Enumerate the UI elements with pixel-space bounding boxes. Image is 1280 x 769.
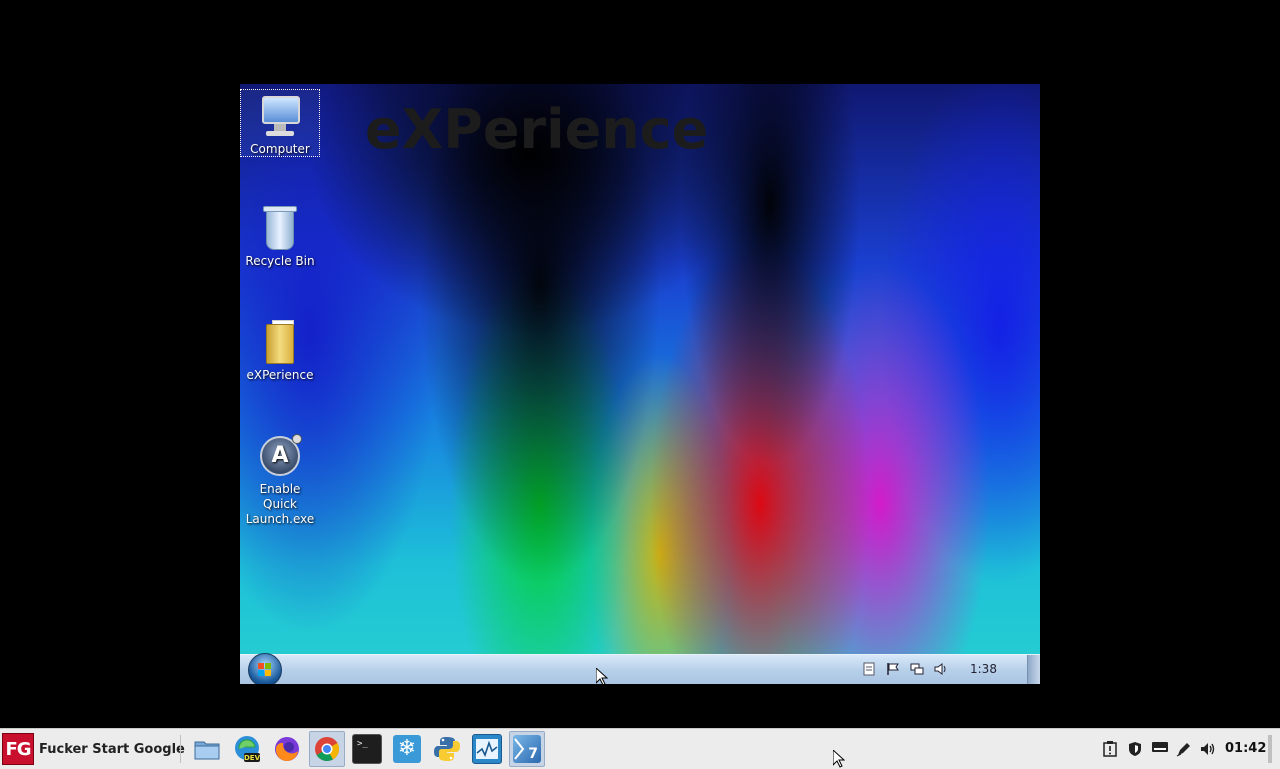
desktop-icon-enable-quick-launch[interactable]: A Enable Quick Launch.exe [241, 430, 319, 527]
system-monitor-icon [472, 734, 502, 764]
windows-7-vm-icon: 7 [513, 735, 541, 763]
recycle-bin-icon [258, 206, 302, 252]
vm-taskbar: 1:38 [240, 653, 1040, 684]
edge-dev-badge: DEV [244, 754, 261, 762]
python-icon [433, 735, 461, 763]
windows-7-glyph: 7 [528, 746, 538, 762]
keyboard-icon[interactable] [1152, 741, 1168, 757]
host-clock[interactable]: 01:42 [1225, 741, 1266, 756]
launcher-edge-dev[interactable]: DEV [229, 731, 265, 767]
terminal-icon: >_ [352, 734, 382, 764]
vm-desktop[interactable]: eXPerience Computer Recycle Bin eXPerien… [240, 84, 1040, 684]
desktop-icon-experience-folder[interactable]: eXPerience [241, 316, 319, 383]
snowflake-glyph: ❄ [397, 736, 417, 761]
folder-icon [193, 735, 221, 763]
host-taskbar: FG Fucker Start Google DEV >_ ❄ 7 01:42 [0, 728, 1280, 769]
terminal-glyph: >_ [357, 739, 368, 749]
show-desktop-button[interactable] [1027, 655, 1040, 684]
start-logo-icon: FG [2, 733, 34, 765]
clipboard-alert-icon[interactable] [1102, 741, 1118, 757]
network-icon[interactable] [909, 662, 925, 678]
start-menu-label: Fucker Start Google [39, 741, 185, 757]
launcher-file-manager[interactable] [189, 731, 225, 767]
launcher-windows-7-vm[interactable]: 7 [509, 731, 545, 767]
edge-dev-icon: DEV [233, 735, 261, 763]
desktop-icon-label: Enable Quick Launch.exe [245, 482, 315, 526]
speaker-icon[interactable] [1200, 741, 1216, 757]
launcher-system-monitor[interactable] [469, 731, 505, 767]
taskbar-separator [180, 735, 181, 763]
document-icon[interactable] [861, 662, 877, 678]
launcher-snowflake-app[interactable]: ❄ [389, 731, 425, 767]
vm-clock[interactable]: 1:38 [970, 662, 997, 676]
snowflake-icon: ❄ [393, 735, 421, 763]
volume-icon[interactable] [933, 662, 949, 678]
firefox-icon [273, 735, 301, 763]
desktop-icon-computer[interactable]: Computer [240, 89, 320, 157]
autoit-app-icon: A [258, 434, 302, 480]
chrome-icon [313, 735, 341, 763]
shield-icon[interactable] [1127, 741, 1143, 757]
launcher-chrome[interactable] [309, 731, 345, 767]
computer-icon [258, 94, 302, 140]
launcher-python[interactable] [429, 731, 465, 767]
action-center-flag-icon[interactable] [885, 662, 901, 678]
folder-icon [258, 320, 302, 366]
windows-orb-icon[interactable] [248, 653, 282, 684]
launcher-terminal[interactable]: >_ [349, 731, 385, 767]
start-menu-button[interactable]: FG Fucker Start Google [2, 731, 185, 767]
experience-watermark: eXPerience [365, 98, 709, 161]
desktop-icon-recycle-bin[interactable]: Recycle Bin [241, 202, 319, 269]
desktop-icon-label: Recycle Bin [245, 254, 315, 268]
pen-icon[interactable] [1176, 741, 1192, 757]
desktop-icon-label: eXPerience [246, 368, 314, 382]
show-desktop-edge[interactable] [1268, 735, 1272, 763]
desktop-icon-label: Computer [250, 142, 310, 156]
launcher-firefox[interactable] [269, 731, 305, 767]
